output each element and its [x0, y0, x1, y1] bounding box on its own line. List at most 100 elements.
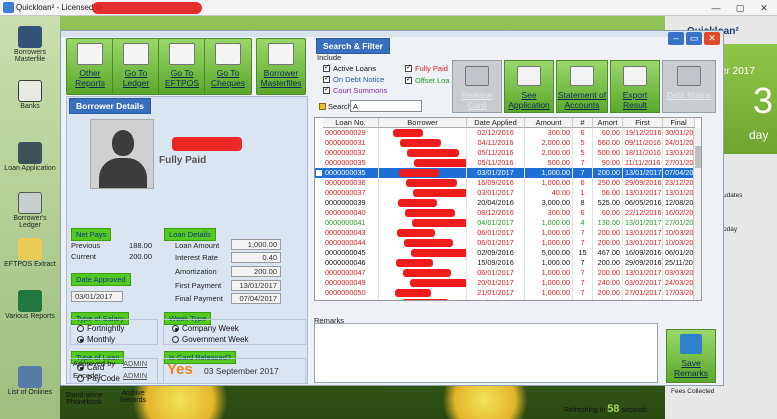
monthly-radio[interactable]: Monthly: [77, 335, 115, 344]
dialog-close-button[interactable]: ✕: [704, 32, 720, 45]
button-label: See Application: [508, 90, 550, 110]
go-to-cheques-button[interactable]: Go To Cheques: [204, 38, 252, 95]
redacted-borrower: [414, 159, 466, 167]
card-icon: [465, 66, 489, 86]
table-row[interactable]: 0000000040 08/12/2016 300.00 6 60.00 22/12/20…: [315, 208, 701, 218]
table-cell: 0000000036: [323, 178, 379, 188]
column-header[interactable]: Borrower: [379, 118, 467, 128]
table-row[interactable]: 0000000036 16/09/2016 1,000.00 6 250.00 29/09…: [315, 178, 701, 188]
column-header[interactable]: Amount: [525, 118, 573, 128]
radio-label: Company Week: [182, 324, 239, 333]
go-to-ledger-button[interactable]: Go To Ledger: [112, 38, 160, 95]
table-cell: 13/01/2017: [665, 148, 695, 158]
table-cell: 13/01/2017: [625, 188, 663, 198]
date-approved-field[interactable]: 03/01/2017: [71, 291, 123, 302]
table-cell: 0000000029: [323, 128, 379, 138]
column-header[interactable]: Final: [663, 118, 695, 128]
column-header[interactable]: Loan No.: [323, 118, 379, 128]
table-cell: 0000000032: [323, 148, 379, 158]
company-week-radio[interactable]: Company Week: [172, 324, 239, 333]
refresh-seconds: 58: [607, 403, 620, 415]
other-reports-button[interactable]: Other Reports: [66, 38, 114, 95]
maximize-button[interactable]: ▢: [728, 0, 752, 16]
filter-active-loans[interactable]: Active Loans: [323, 63, 376, 73]
table-scrollbar[interactable]: [693, 128, 701, 300]
excel-icon: [18, 290, 42, 312]
search-input[interactable]: A: [350, 100, 422, 112]
borrower-details-header: Borrower Details: [69, 98, 152, 114]
person-icon: [18, 142, 42, 164]
approved-by-label: Approved by: [73, 359, 116, 368]
dialog-minimize-button[interactable]: –: [668, 32, 684, 45]
phonebook-link[interactable]: Stand-alone Phonebook: [62, 392, 106, 406]
nav-various-reports[interactable]: Various Reports: [2, 290, 58, 320]
nav-loan-application[interactable]: Loan Application: [2, 142, 58, 172]
table-row[interactable]: 0000000051 19/01/20171,000.007200.0003/02…: [315, 298, 701, 300]
redacted-borrower: [402, 299, 449, 300]
filter-court-summons[interactable]: Court Summons: [323, 85, 388, 95]
minimize-button[interactable]: —: [704, 0, 728, 16]
nav-borrowers-ledger[interactable]: Borrower's Ledger: [2, 192, 58, 229]
remarks-textarea[interactable]: [314, 323, 658, 383]
table-cell: 5: [573, 138, 593, 148]
table-cell: 8: [573, 198, 593, 208]
interest-rate-label: Interest Rate: [175, 253, 218, 262]
nav-label: Borrowers Masterfile: [14, 49, 46, 63]
close-button[interactable]: ✕: [752, 0, 776, 16]
amortization-field: 200.00: [231, 266, 281, 277]
table-row[interactable]: 0000000047 06/01/2017 1,000.00 7 200.00 13/01…: [315, 268, 701, 278]
table-cell: 40.00: [525, 188, 573, 198]
table-row[interactable]: 0000000035 05/11/2016 500.00 7 90.00 11/11/20…: [315, 158, 701, 168]
fortnightly-radio[interactable]: Fortnightly: [77, 324, 124, 333]
table-row[interactable]: 0000000049 20/01/2017 1,000.00 7 240.00 03/02…: [315, 278, 701, 288]
table-row[interactable]: 0000000050 21/01/2017 1,000.00 7 200.00 27/01…: [315, 288, 701, 298]
nav-list-of-onlines[interactable]: List of Onlines: [2, 366, 58, 396]
redacted-licensee: [92, 2, 202, 14]
table-cell: 03/01/2017: [467, 188, 525, 198]
column-header[interactable]: #: [573, 118, 593, 128]
borrower-masterfiles-button[interactable]: Borrower Masterfiles: [256, 38, 306, 95]
date-approved-badge: Date Approved: [71, 273, 131, 286]
table-cell: 560.00: [593, 138, 623, 148]
column-header[interactable]: First: [623, 118, 663, 128]
table-cell: 20/04/2016: [467, 198, 525, 208]
table-row[interactable]: 0000000046 15/09/2016 1,000.00 7 200.00 29/09…: [315, 258, 701, 268]
table-cell: 24/03/2017: [665, 278, 695, 288]
current-label: Current: [71, 252, 97, 261]
table-row[interactable]: 0000000029 02/12/2016 300.00 6 60.00 19/12/20…: [315, 128, 701, 138]
statement-of-accounts-button[interactable]: Statement of Accounts: [556, 60, 608, 113]
nav-eftpos-extract[interactable]: EFTPOS Extract: [2, 238, 58, 268]
table-row[interactable]: 0000000037 03/01/2017 40.00 1 56.00 13/01/201…: [315, 188, 701, 198]
release-card-button[interactable]: Release Card: [452, 60, 502, 113]
dialog-restore-button[interactable]: ▭: [686, 32, 702, 45]
column-header[interactable]: Amort: [593, 118, 623, 128]
table-row[interactable]: 0000000043 06/01/2017 1,000.00 7 200.00 13/01…: [315, 228, 701, 238]
nav-banks[interactable]: Banks: [2, 80, 58, 110]
government-week-radio[interactable]: Government Week: [172, 335, 249, 344]
table-cell-borrower: [379, 278, 467, 288]
see-application-button[interactable]: See Application: [504, 60, 554, 113]
filter-label: Offset Loa: [415, 76, 450, 85]
column-header[interactable]: Date Applied: [467, 118, 525, 128]
table-row[interactable]: 0000000044 06/01/2017 1,000.00 7 200.00 13/01…: [315, 238, 701, 248]
filter-label: Court Summons: [333, 86, 388, 95]
interest-rate-field: 0.40: [231, 252, 281, 263]
filter-fully-paid[interactable]: Fully Paid: [405, 63, 448, 73]
filter-offset-loan[interactable]: Offset Loa: [405, 75, 450, 85]
table-row[interactable]: 0000000045 02/09/2016 5,000.00 15 467.00 16/0…: [315, 248, 701, 258]
table-row[interactable]: 0000000039 20/04/2016 3,000.00 8 525.00 06/05…: [315, 198, 701, 208]
scrollbar-thumb[interactable]: [695, 146, 701, 168]
table-row[interactable]: 0000000035 03/01/2017 1,000.00 7 200.00 13/01…: [315, 168, 701, 178]
table-cell-borrower: [379, 168, 467, 178]
table-row[interactable]: 0000000041 04/01/2017 1,000.00 4 130.00 13/01…: [315, 218, 701, 228]
table-row[interactable]: 0000000032 05/11/2016 2,000.00 5 500.00 18/11…: [315, 148, 701, 158]
debt-notice-button[interactable]: Debt Notice: [662, 60, 716, 113]
export-result-button[interactable]: Export Result: [610, 60, 660, 113]
nav-borrowers-masterfile[interactable]: Borrowers Masterfile: [2, 26, 58, 63]
save-remarks-button[interactable]: Save Remarks: [666, 329, 716, 383]
table-cell: 1,000.00: [525, 268, 573, 278]
filter-on-debt-notice[interactable]: On Debt Notice: [323, 74, 384, 84]
table-row[interactable]: 0000000031 04/11/2016 2,000.00 5 560.00 09/11…: [315, 138, 701, 148]
go-to-eftpos-button[interactable]: Go To EFTPOS: [158, 38, 206, 95]
archive-records-link[interactable]: Archive Records: [116, 390, 150, 404]
